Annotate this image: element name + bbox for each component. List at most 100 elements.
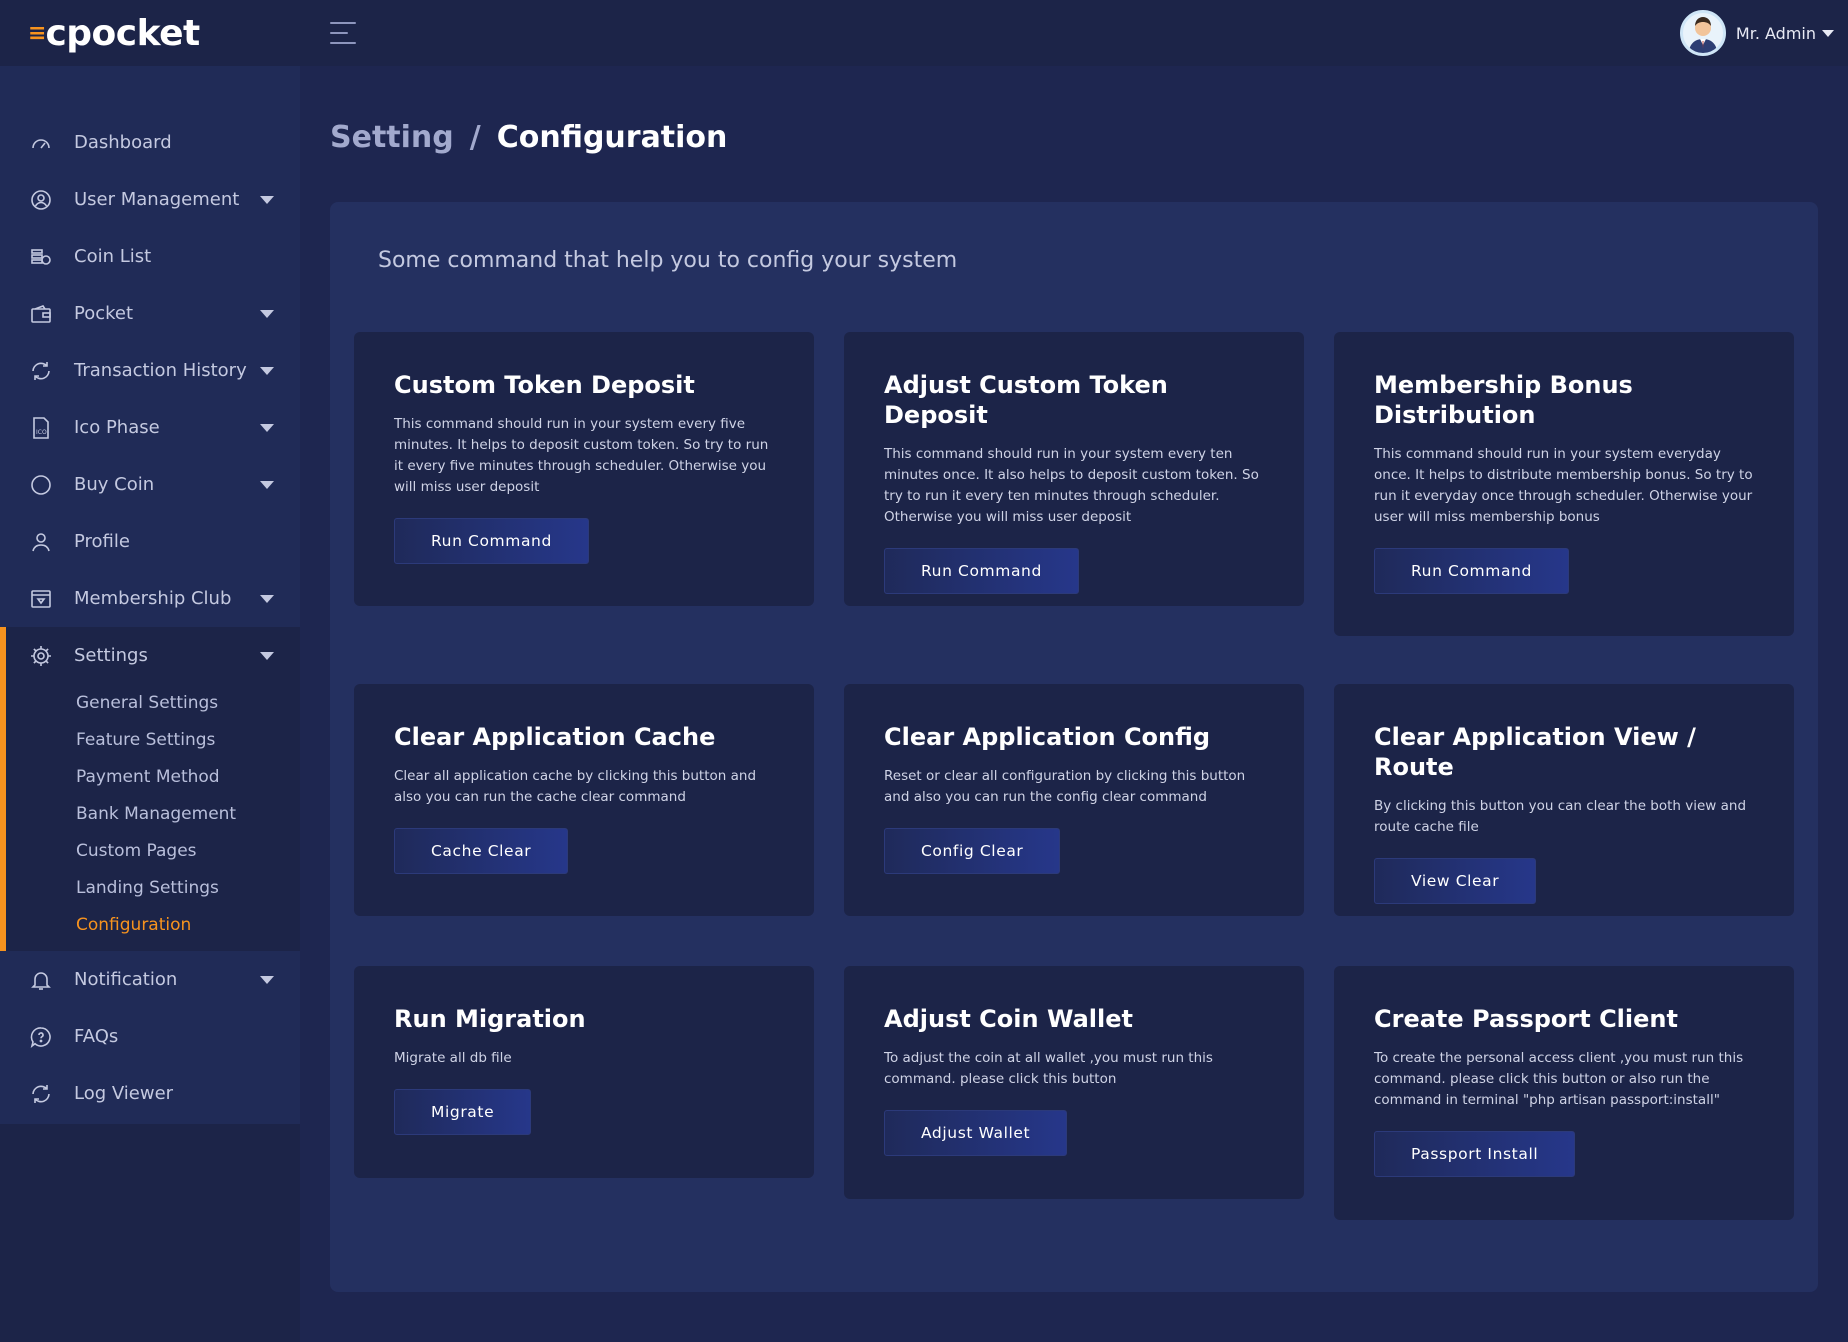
sidebar-item-label: Membership Club: [74, 588, 232, 609]
chevron-down-icon: [260, 309, 274, 318]
user-name: Mr. Admin: [1735, 23, 1816, 43]
chevron-down-icon: [260, 651, 274, 660]
card-title: Membership Bonus Distribution: [1374, 371, 1633, 429]
card-custom-token-deposit: Custom Token Deposit This command should…: [354, 332, 814, 606]
card-adjust-coin-wallet: Adjust Coin Wallet To adjust the coin at…: [844, 966, 1304, 1199]
breadcrumb-parent[interactable]: Setting: [330, 120, 454, 155]
config-panel: Some command that help you to config you…: [330, 202, 1818, 1292]
sidebar-item-faqs[interactable]: FAQs: [0, 1008, 300, 1065]
card-membership-bonus-distribution: Membership Bonus Distribution This comma…: [1334, 332, 1794, 636]
sidebar-item-log-viewer[interactable]: Log Viewer: [0, 1065, 300, 1122]
submenu-item-custom-pages[interactable]: Custom Pages: [76, 832, 300, 869]
card-title: Adjust Custom Token Deposit: [884, 371, 1168, 429]
sidebar-item-label: Notification: [74, 969, 178, 990]
card-title: Create Passport Client: [1374, 1005, 1678, 1033]
submenu-item-feature-settings[interactable]: Feature Settings: [76, 721, 300, 758]
coin-list-icon: [28, 244, 54, 270]
card-create-passport-client: Create Passport Client To create the per…: [1334, 966, 1794, 1220]
card-description: This command should run in your system e…: [394, 416, 769, 495]
sidebar-item-notification[interactable]: Notification: [0, 951, 300, 1008]
sidebar-item-label: Profile: [74, 531, 130, 552]
card-clear-application-cache: Clear Application Cache Clear all applic…: [354, 684, 814, 916]
page-title: Configuration: [496, 120, 728, 155]
run-command-button[interactable]: Run Command: [1374, 548, 1569, 594]
sidebar-item-label: Ico Phase: [74, 417, 160, 438]
sidebar-item-transaction-history[interactable]: Transaction History: [0, 342, 300, 399]
sidebar-item-label: User Management: [74, 189, 240, 210]
transaction-icon: [28, 358, 54, 384]
sidebar-item-profile[interactable]: Profile: [0, 513, 300, 570]
svg-text:ICO: ICO: [36, 429, 47, 436]
profile-icon: [28, 529, 54, 555]
breadcrumb: Setting / Configuration: [330, 120, 727, 155]
sidebar-item-membership-club[interactable]: Membership Club: [0, 570, 300, 627]
card-adjust-custom-token-deposit: Adjust Custom Token Deposit This command…: [844, 332, 1304, 606]
card-title: Clear Application Config: [884, 723, 1211, 751]
submenu-item-landing-settings[interactable]: Landing Settings: [76, 869, 300, 906]
card-description: To adjust the coin at all wallet ,you mu…: [884, 1050, 1213, 1087]
view-clear-button[interactable]: View Clear: [1374, 858, 1537, 904]
chevron-down-icon: [1822, 29, 1834, 37]
sidebar-item-label: Coin List: [74, 246, 152, 267]
card-title: Clear Application Cache: [394, 723, 716, 751]
submenu-item-payment-method[interactable]: Payment Method: [76, 758, 300, 795]
sidebar-item-ico-phase[interactable]: ICO Ico Phase: [0, 399, 300, 456]
submenu-item-bank-management[interactable]: Bank Management: [76, 795, 300, 832]
circle-icon: [28, 472, 54, 498]
dashboard-icon: [28, 130, 54, 156]
card-description: This command should run in your system e…: [884, 446, 1259, 525]
menu-toggle-icon[interactable]: [330, 22, 356, 44]
question-icon: [28, 1024, 54, 1050]
sidebar-item-label: Pocket: [74, 303, 134, 324]
chevron-down-icon: [260, 480, 274, 489]
submenu-item-general-settings[interactable]: General Settings: [76, 684, 300, 721]
sidebar-item-label: Buy Coin: [74, 474, 155, 495]
cache-clear-button[interactable]: Cache Clear: [394, 828, 569, 874]
main-content: Setting / Configuration Some command tha…: [300, 66, 1848, 1342]
gear-icon: [28, 643, 54, 669]
sidebar: ≡ cpocket Dashboard User Management Coin…: [0, 0, 300, 1342]
sidebar-item-buy-coin[interactable]: Buy Coin: [0, 456, 300, 513]
topbar: Mr. Admin: [300, 0, 1848, 66]
user-menu[interactable]: Mr. Admin: [1679, 10, 1834, 56]
chevron-down-icon: [260, 975, 274, 984]
config-clear-button[interactable]: Config Clear: [884, 828, 1061, 874]
sidebar-item-label: FAQs: [74, 1026, 119, 1047]
sidebar-item-pocket[interactable]: Pocket: [0, 285, 300, 342]
speed-lines-icon: ≡: [28, 20, 47, 46]
chevron-down-icon: [260, 195, 274, 204]
settings-submenu: General Settings Feature Settings Paymen…: [6, 684, 300, 951]
breadcrumb-separator: /: [469, 120, 481, 155]
panel-title: Some command that help you to config you…: [378, 248, 958, 273]
submenu-item-configuration[interactable]: Configuration: [76, 906, 300, 943]
logo[interactable]: ≡ cpocket: [28, 13, 200, 54]
run-command-button[interactable]: Run Command: [394, 518, 589, 564]
card-clear-application-config: Clear Application Config Reset or clear …: [844, 684, 1304, 916]
sidebar-item-label: Settings: [74, 645, 148, 666]
chevron-down-icon: [260, 594, 274, 603]
run-command-button[interactable]: Run Command: [884, 548, 1079, 594]
card-title: Adjust Coin Wallet: [884, 1005, 1133, 1033]
user-circle-icon: [28, 187, 54, 213]
card-description: This command should run in your system e…: [1374, 446, 1753, 525]
log-icon: [28, 1081, 54, 1107]
sidebar-item-user-management[interactable]: User Management: [0, 171, 300, 228]
membership-icon: [28, 586, 54, 612]
sidebar-item-dashboard[interactable]: Dashboard: [0, 114, 300, 171]
sidebar-item-coin-list[interactable]: Coin List: [0, 228, 300, 285]
avatar: [1679, 10, 1726, 56]
wallet-icon: [28, 301, 54, 327]
settings-section: Settings General Settings Feature Settin…: [0, 627, 300, 951]
sidebar-item-label: Transaction History: [74, 360, 247, 381]
passport-install-button[interactable]: Passport Install: [1374, 1131, 1576, 1177]
card-description: Reset or clear all configuration by clic…: [884, 768, 1246, 805]
adjust-wallet-button[interactable]: Adjust Wallet: [884, 1110, 1068, 1156]
sidebar-item-settings[interactable]: Settings: [6, 627, 300, 684]
card-description: By clicking this button you can clear th…: [1374, 798, 1747, 835]
card-title: Custom Token Deposit: [394, 371, 695, 399]
card-clear-application-view-route: Clear Application View / Route By clicki…: [1334, 684, 1794, 916]
migrate-button[interactable]: Migrate: [394, 1089, 532, 1135]
sidebar-item-label: Dashboard: [74, 132, 172, 153]
card-description: To create the personal access client ,yo…: [1374, 1050, 1744, 1108]
card-run-migration: Run Migration Migrate all db file Migrat…: [354, 966, 814, 1178]
